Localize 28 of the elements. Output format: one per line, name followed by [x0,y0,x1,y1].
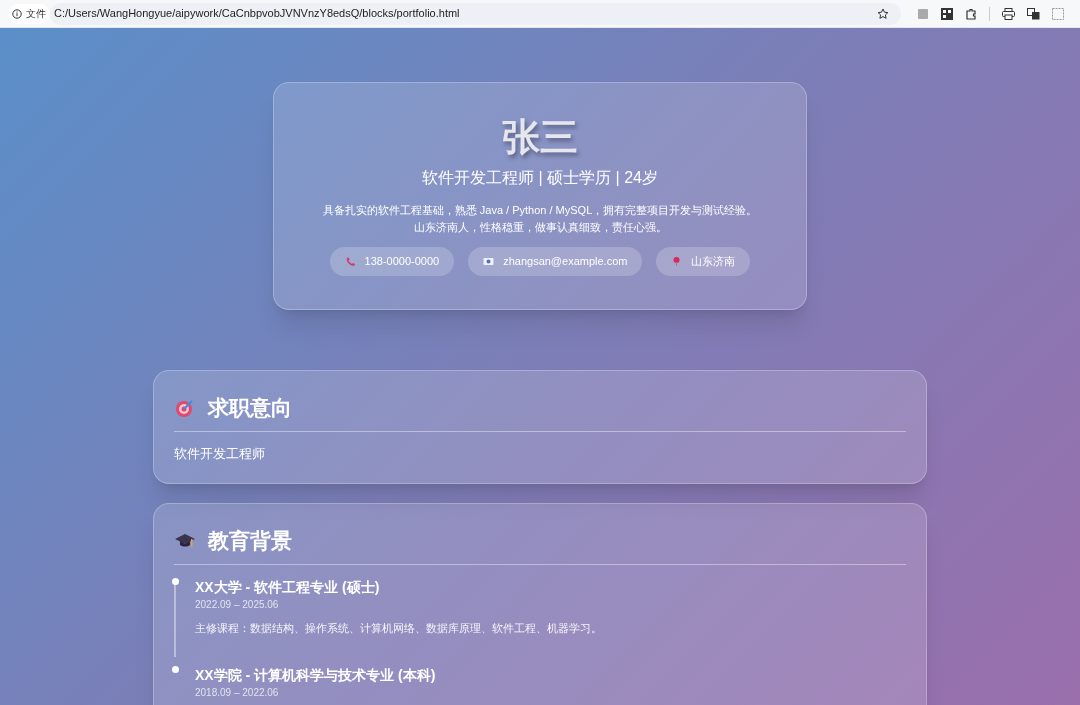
intro-line: 具备扎实的软件工程基础，熟悉 Java / Python / MySQL，拥有完整项目开发与测试经验。 [322,203,758,218]
print-icon[interactable] [1002,7,1015,20]
entry-period: 2022.09 – 2025.06 [195,597,280,612]
id-card-icon [483,256,495,267]
entry-detail: 主修课程：数据结构、操作系统、计算机网络、数据库原理、软件工程、机器学习。 [195,620,603,636]
intro-line: 山东济南人，性格稳重，做事认真细致，责任心强。 [413,220,667,235]
star-icon[interactable] [877,7,889,20]
phone-icon [344,256,356,267]
section-text: 软件开发工程师 [174,445,266,463]
contact-pill: 138-0000-0000 [329,247,455,276]
contact-pill: zhangsan@example.com [468,247,643,276]
subtitle: 软件开发工程师 | 硕士学历 | 24岁 [422,168,658,188]
security-chip[interactable]: 文件 [8,3,50,24]
puzzle-icon[interactable] [965,7,977,20]
translate-icon[interactable] [1027,7,1040,20]
entry-period: 2018.09 – 2022.06 [195,685,280,700]
contact-pill: 山东济南 [656,247,751,276]
person-name: 张三 [502,115,578,160]
info-icon [12,8,22,19]
qr-code-icon[interactable] [941,7,953,20]
security-label: 文件 [26,7,46,21]
section-title: 教育背景 [208,527,292,554]
target-icon [174,398,196,418]
entry-title: XX学院 - 计算机科学与技术专业 (本科) [195,665,437,685]
section-title: 求职意向 [208,395,292,421]
entry-title: XX大学 - 软件工程专业 (硕士) [195,577,381,597]
address-bar[interactable]: C:/Users/WangHongyue/aipywork/CaCnbpvobJVNVnzY8edsQ/blocks/portfolio.html [50,2,901,25]
url-text: C:/Users/WangHongyue/aipywork/CaCnbpvobJVNVnzY8edsQ/blocks/portfolio.html [54,6,461,22]
